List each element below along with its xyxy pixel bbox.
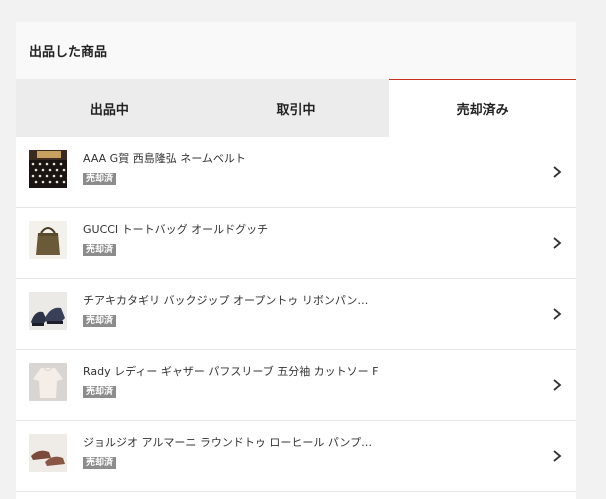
- tab-sold[interactable]: 売却済み: [389, 79, 576, 137]
- item-thumbnail: [29, 434, 67, 472]
- item-body: Rady レディー ギャザー パフスリーブ 五分袖 カットソー F 売却済: [83, 365, 383, 398]
- item-thumbnail: [29, 363, 67, 401]
- panel-title: 出品した商品: [29, 45, 108, 60]
- list-item[interactable]: AAA G賀 西島隆弘 ネームベルト 売却済: [16, 137, 576, 208]
- panel-header: 出品した商品: [16, 22, 576, 79]
- item-title: チアキカタギリ バックジップ オープントゥ リボンパン…: [83, 294, 369, 307]
- status-tabs: 出品中 取引中 売却済み: [16, 79, 576, 137]
- item-thumbnail: [29, 150, 67, 188]
- item-body: AAA G賀 西島隆弘 ネームベルト 売却済: [83, 152, 383, 185]
- item-body: GUCCI トートバッグ オールドグッチ 売却済: [83, 223, 383, 256]
- tab-listing[interactable]: 出品中: [16, 79, 203, 137]
- tab-in-transaction[interactable]: 取引中: [202, 79, 390, 137]
- item-title: GUCCI トートバッグ オールドグッチ: [83, 223, 269, 236]
- chevron-right-icon: [553, 166, 562, 178]
- list-item[interactable]: ジョルジオ アルマーニ ラウンドトゥ ローヒール パンプ… 売却済: [16, 421, 576, 492]
- sold-badge: 売却済: [83, 386, 117, 398]
- sold-badge: 売却済: [83, 244, 117, 256]
- blouse-photo-icon: [29, 363, 67, 401]
- item-title: ジョルジオ アルマーニ ラウンドトゥ ローヒール パンプ…: [83, 436, 373, 449]
- listed-items-panel: 出品した商品 出品中 取引中 売却済み AAA G賀 西島隆弘 ネームベルト 売…: [16, 22, 576, 499]
- list-item[interactable]: チアキカタギリ バックジップ オープントゥ リボンパン… 売却済: [16, 279, 576, 350]
- list-item[interactable]: GUCCI トートバッグ オールドグッチ 売却済: [16, 208, 576, 279]
- item-thumbnail: [29, 221, 67, 259]
- pumps-photo-icon: [29, 434, 67, 472]
- sold-badge: 売却済: [83, 315, 117, 327]
- item-body: ジョルジオ アルマーニ ラウンドトゥ ローヒール パンプ… 売却済: [83, 436, 383, 469]
- shoes-photo-icon: [29, 292, 67, 330]
- item-body: チアキカタギリ バックジップ オープントゥ リボンパン… 売却済: [83, 294, 383, 327]
- item-title: Rady レディー ギャザー パフスリーブ 五分袖 カットソー F: [83, 365, 379, 378]
- list-item[interactable]: Rady レディー ギャザー パフスリーブ 五分袖 カットソー F 売却済: [16, 350, 576, 421]
- chevron-right-icon: [553, 308, 562, 320]
- tote-bag-photo-icon: [29, 221, 67, 259]
- sold-badge: 売却済: [83, 173, 117, 185]
- item-thumbnail: [29, 292, 67, 330]
- chevron-right-icon: [553, 379, 562, 391]
- sold-badge: 売却済: [83, 457, 117, 469]
- sold-item-list: AAA G賀 西島隆弘 ネームベルト 売却済 GUCCI トートバッグ オールド…: [16, 137, 576, 492]
- chevron-right-icon: [553, 450, 562, 462]
- item-title: AAA G賀 西島隆弘 ネームベルト: [83, 152, 246, 165]
- polka-dot-belt-photo-icon: [29, 150, 67, 188]
- chevron-right-icon: [553, 237, 562, 249]
